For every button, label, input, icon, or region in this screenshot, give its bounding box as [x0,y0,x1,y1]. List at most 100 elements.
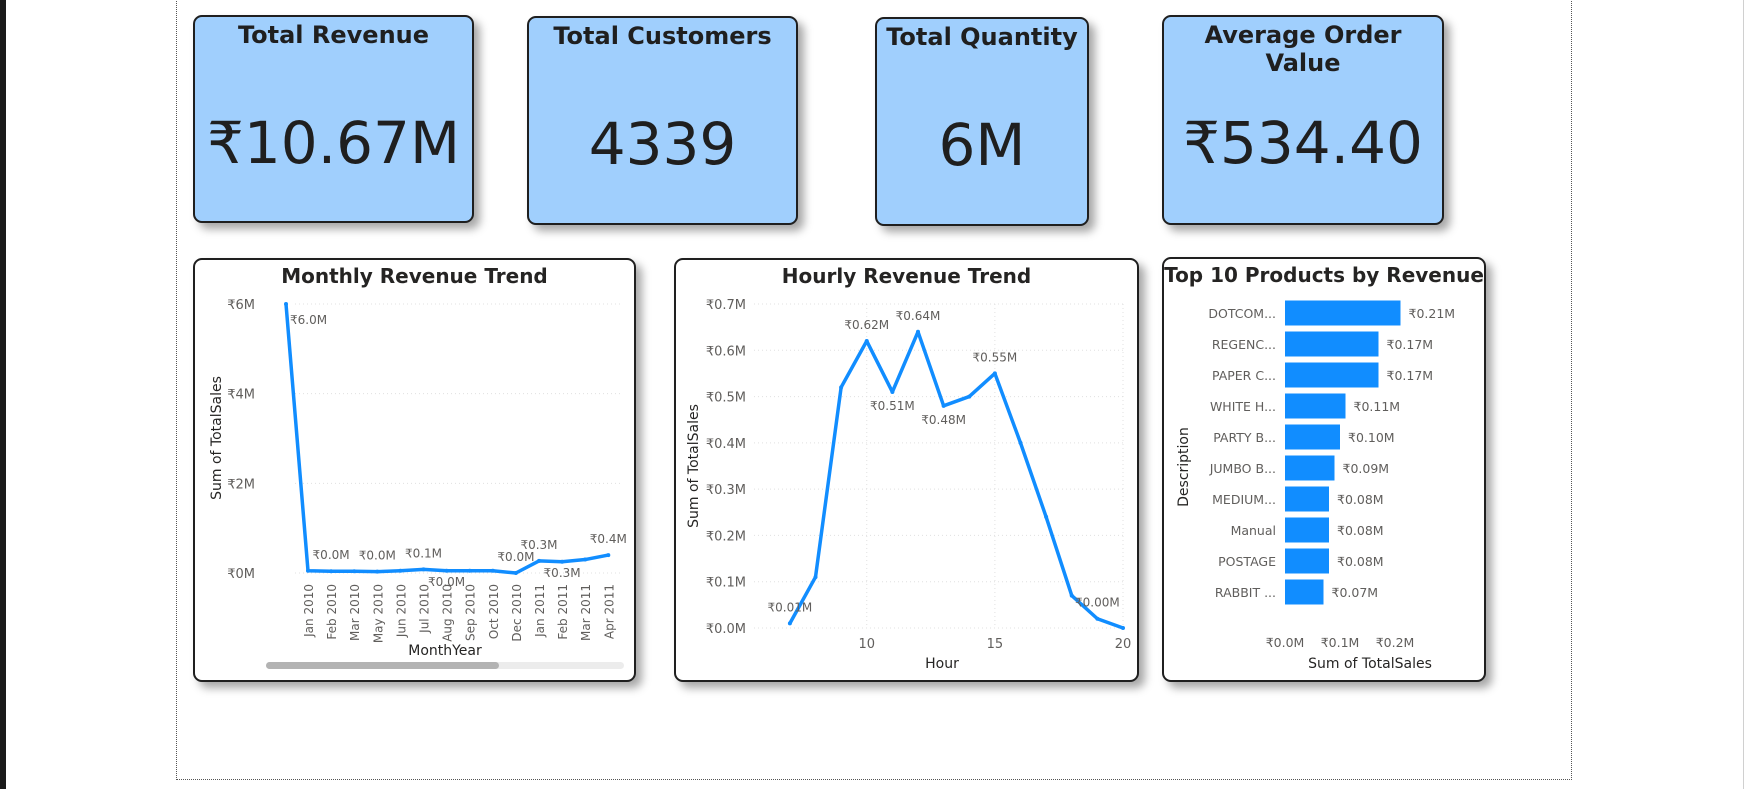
x-tick-label: ₹0.0M [1266,635,1305,650]
x-tick-label: Jul 2010 [418,584,432,634]
data-point [583,557,588,562]
y-tick-label: MEDIUM... [1212,492,1276,507]
data-label: ₹6.0M [290,313,327,327]
data-point [375,569,380,574]
y-axis-label: Description [1176,427,1192,507]
bar [1285,579,1324,605]
scrollbar-thumb [266,662,499,669]
bar [1285,486,1329,512]
x-tick-label: Jan 2010 [302,584,316,638]
data-point [467,568,472,573]
y-tick-label: ₹0.5M [706,391,746,406]
hourly-revenue-chart[interactable]: Hourly Revenue Trend ₹0.0M ₹0.1M ₹0.2M ₹0.3… [674,258,1139,682]
y-tick-label: RABBIT ... [1215,585,1276,600]
kpi-card-total-revenue[interactable]: Total Revenue ₹10.67M [193,15,474,223]
data-point [421,567,426,572]
monthly-revenue-plot: ₹0M ₹2M ₹4M ₹6M ₹6.0M Jan 2010 Feb 2010 Mar 201… [209,298,627,669]
y-tick-label: ₹6M [227,298,255,313]
data-label: ₹0.0M [428,575,465,589]
kpi-value: ₹534.40 [1183,109,1423,177]
data-point [967,394,972,399]
y-tick-label: ₹0.1M [706,576,746,591]
data-label: ₹0.64M [896,309,941,323]
data-point [284,302,288,306]
data-label: ₹0.1M [405,546,442,560]
y-tick-label: ₹0.7M [706,298,746,313]
data-label: ₹0.07M [1332,585,1379,600]
y-tick-label: PARTY B... [1213,430,1276,445]
x-tick-label: ₹0.2M [1376,635,1415,650]
x-tick-label: Feb 2011 [556,584,570,640]
kpi-card-average-order-value[interactable]: Average Order Value ₹534.40 [1162,15,1444,225]
x-tick-label: Mar 2010 [348,584,362,641]
kpi-title: Total Quantity [886,23,1078,51]
y-tick-label: POSTAGE [1218,554,1276,569]
data-point [1095,616,1100,621]
data-point [864,339,869,344]
data-label: ₹0.00M [1075,596,1120,610]
kpi-title: Average Order Value [1204,21,1402,77]
kpi-title: Total Revenue [237,21,430,49]
y-axis-label: Sum of TotalSales [209,376,225,500]
x-tick-label: Sep 2010 [464,584,478,641]
x-tick-label: 15 [987,637,1004,652]
x-tick-label: Dec 2010 [510,584,524,642]
y-tick-label: PAPER C... [1212,368,1276,383]
window-left-edge [0,0,6,789]
data-label: ₹0.0M [497,550,534,564]
data-label: ₹0.08M [1337,523,1384,538]
data-label: ₹0.0M [313,548,350,562]
data-point [306,568,310,573]
y-tick-label: Manual [1231,523,1276,538]
y-tick-label: ₹0M [227,567,255,582]
data-label: ₹0.08M [1337,554,1384,569]
data-label: ₹0.3M [544,566,581,580]
kpi-card-total-quantity[interactable]: Total Quantity 6M [875,17,1089,226]
bar [1285,517,1329,543]
series-line [284,303,609,575]
x-tick-label: Oct 2010 [487,584,501,639]
data-label: ₹0.51M [870,399,915,413]
data-point [513,571,518,575]
top-products-plot: DOTCOM... ₹0.21M REGENC... ₹0.17M PAPER C...… [1176,300,1456,672]
kpi-card-total-customers[interactable]: Total Customers 4339 [527,16,798,225]
bar [1285,424,1340,450]
bar [1285,393,1346,419]
data-label: ₹0.17M [1387,368,1434,383]
y-tick-label: ₹0.6M [706,344,746,359]
data-point [941,403,946,408]
data-point [1121,626,1125,630]
monthly-revenue-chart[interactable]: Monthly Revenue Trend ₹0M ₹2M ₹4M ₹6M ₹6.0M J… [193,258,636,682]
data-point [490,568,495,573]
bar [1285,362,1379,388]
y-tick-label: REGENC... [1212,337,1276,352]
y-tick-label: ₹0.0M [706,622,746,637]
y-tick-label: ₹0.3M [706,483,746,498]
data-point [352,569,357,574]
data-point [606,553,611,558]
x-tick-label: Mar 2011 [579,584,593,641]
y-tick-label: DOTCOM... [1208,306,1276,321]
x-tick-label: Feb 2010 [325,584,339,640]
data-point [787,621,792,626]
data-label: ₹0.11M [1354,399,1401,414]
top-products-chart[interactable]: Top 10 Products by Revenue DOTCOM... ₹0.2… [1162,257,1486,682]
data-point [890,389,895,394]
x-tick-label: 20 [1115,637,1132,652]
y-tick-label: ₹4M [227,388,255,403]
bar [1285,548,1329,574]
y-tick-label: ₹2M [227,477,255,492]
y-axis-label: Sum of TotalSales [686,404,702,528]
bar [1285,300,1401,326]
x-tick-label: Apr 2011 [602,584,616,639]
kpi-title: Total Customers [553,22,772,50]
data-point [444,568,449,573]
data-label: ₹0.21M [1409,306,1456,321]
x-tick-label: May 2010 [371,584,385,643]
data-label: ₹0.62M [844,318,889,332]
data-point [1044,514,1049,519]
x-tick-label: Aug 2010 [441,584,455,642]
x-tick-label: Jun 2010 [394,584,408,638]
data-label: ₹0.0M [359,549,396,563]
data-point [537,558,541,563]
